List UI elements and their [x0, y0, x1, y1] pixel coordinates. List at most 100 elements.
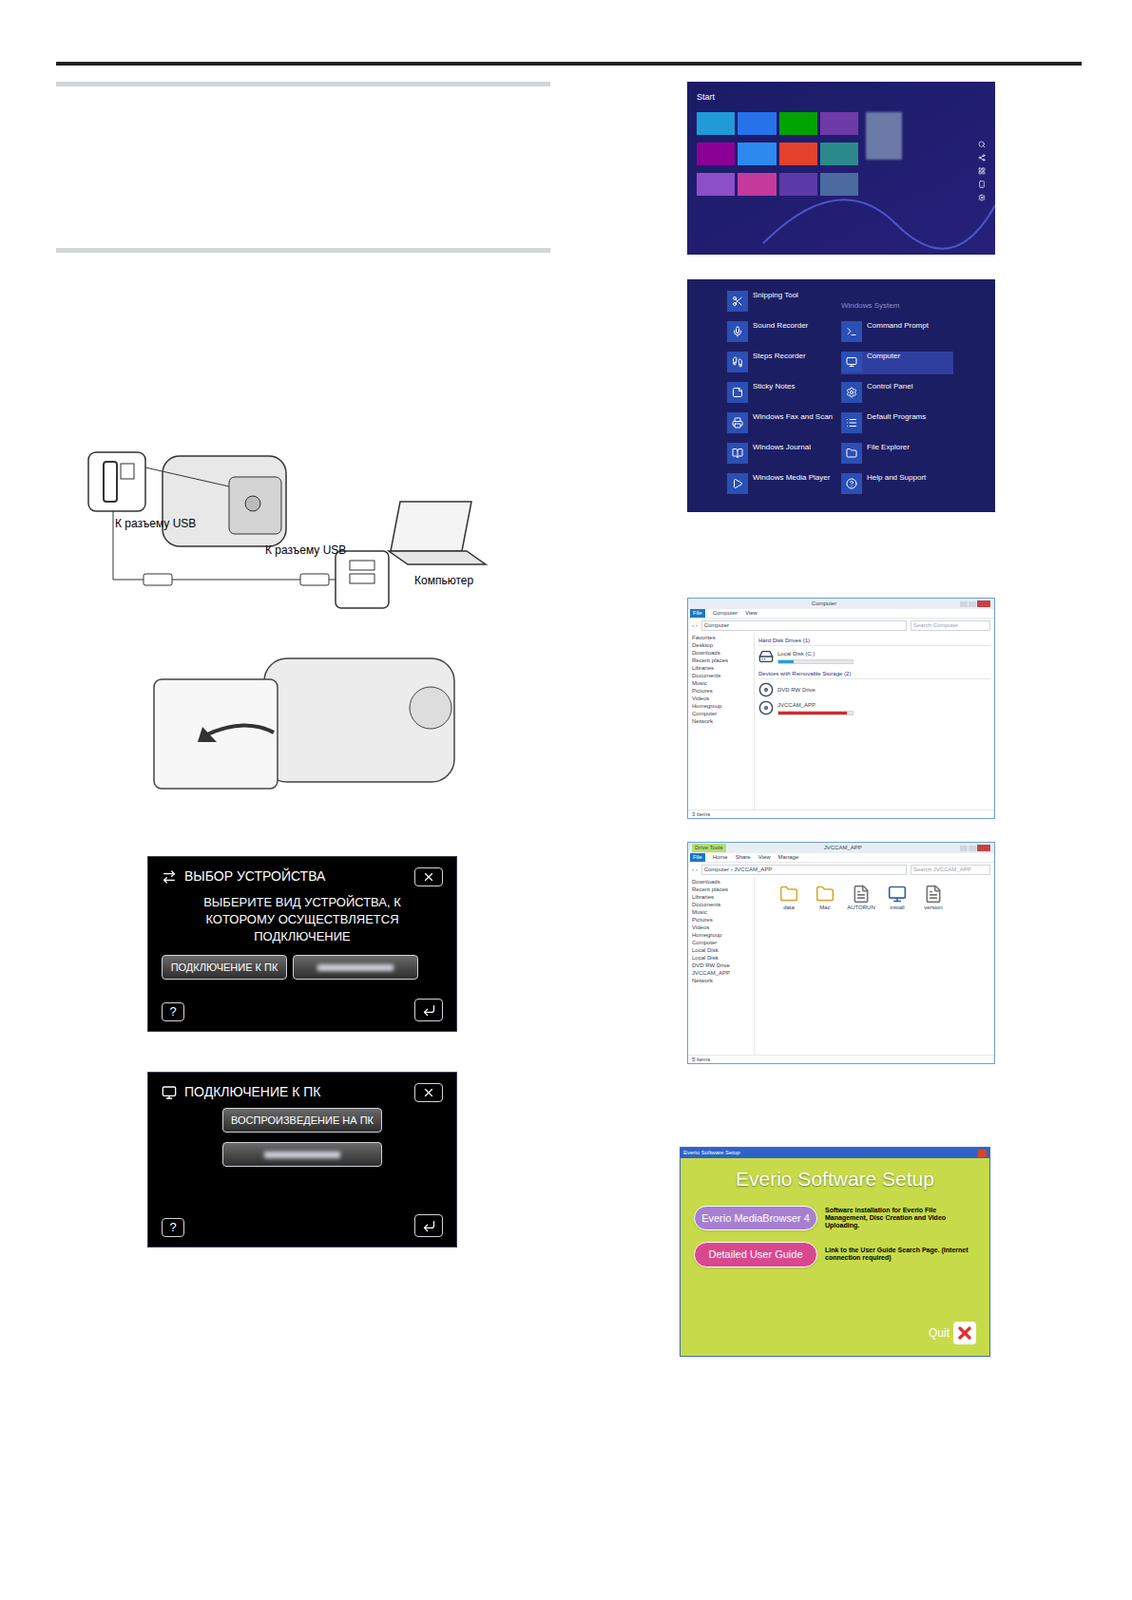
app-item[interactable]: Snipping Tool: [727, 290, 834, 314]
app-item[interactable]: Steps Recorder: [727, 351, 834, 375]
app-item[interactable]: Windows Media Player: [727, 473, 834, 497]
settings-icon[interactable]: [978, 193, 986, 202]
close-button[interactable]: [977, 844, 991, 852]
nav-item[interactable]: Documents: [691, 672, 750, 680]
drive-item[interactable]: JVCCAM_APP: [758, 700, 991, 716]
start-tile[interactable]: [779, 142, 818, 166]
app-item[interactable]: Sound Recorder: [727, 321, 834, 345]
back-button[interactable]: [414, 998, 443, 1022]
nav-item[interactable]: Downloads: [691, 879, 750, 886]
help-button[interactable]: ?: [161, 1218, 185, 1238]
nav-item[interactable]: Recent places: [691, 657, 750, 665]
file-item[interactable]: version: [920, 884, 947, 913]
setup-button[interactable]: Everio MediaBrowser 4: [693, 1206, 818, 1232]
start-tile[interactable]: [696, 172, 735, 196]
nav-item[interactable]: Network: [691, 978, 750, 985]
minimize-button[interactable]: [959, 845, 968, 852]
ribbon-tab[interactable]: Home: [712, 853, 729, 863]
app-item[interactable]: Windows Fax and Scan: [727, 412, 834, 436]
search-field[interactable]: Search JVCCAM_APP: [910, 864, 991, 876]
nav-item[interactable]: Libraries: [691, 665, 750, 672]
file-item[interactable]: data: [775, 884, 803, 913]
back-button[interactable]: [414, 1214, 443, 1238]
nav-item[interactable]: Libraries: [691, 894, 750, 902]
nav-item[interactable]: Favorites: [691, 634, 750, 642]
nav-item[interactable]: Homegroup: [691, 703, 750, 710]
minimize-button[interactable]: [959, 601, 968, 608]
nav-item[interactable]: Videos: [691, 695, 750, 703]
nav-item[interactable]: Local Disk: [691, 947, 750, 955]
nav-item[interactable]: JVCCAM_APP: [691, 970, 750, 978]
start-tile[interactable]: [696, 142, 735, 166]
help-button[interactable]: ?: [161, 1002, 185, 1022]
nav-item[interactable]: Computer: [691, 940, 750, 947]
setup-button[interactable]: Detailed User Guide: [693, 1242, 818, 1268]
nav-item[interactable]: Recent places: [691, 886, 750, 894]
start-tile[interactable]: [820, 172, 859, 196]
camera-screen: ВЫБОР УСТРОЙСТВАВЫБЕРИТЕ ВИД УСТРОЙСТВА,…: [147, 856, 458, 1033]
close-button[interactable]: [977, 600, 991, 608]
ribbon-tab[interactable]: Computer: [712, 609, 738, 618]
maximize-button[interactable]: [968, 845, 977, 852]
drive-item[interactable]: DVD RW Drive: [758, 682, 991, 698]
ribbon-tab[interactable]: View: [758, 853, 771, 863]
app-item[interactable]: Computer: [841, 351, 954, 375]
installer-icon: [887, 884, 907, 904]
file-item[interactable]: install: [883, 884, 911, 913]
file-item[interactable]: AUTORUN: [847, 884, 875, 913]
screen-button[interactable]: [292, 955, 419, 980]
screen-button[interactable]: ВОСПРОИЗВЕДЕНИЕ НА ПК: [222, 1108, 383, 1133]
start-tile[interactable]: [737, 172, 776, 196]
screen-button[interactable]: ПОДКЛЮЧЕНИЕ К ПК: [161, 955, 288, 980]
start-icon[interactable]: [978, 167, 986, 175]
nav-item[interactable]: Network: [691, 718, 750, 726]
start-tile[interactable]: [779, 172, 818, 196]
app-item[interactable]: Windows Journal: [727, 442, 834, 466]
devices-icon[interactable]: [978, 180, 986, 189]
nav-item[interactable]: Downloads: [691, 650, 750, 657]
app-item[interactable]: Default Programs: [841, 412, 954, 436]
app-item[interactable]: Command Prompt: [841, 321, 954, 345]
close-button[interactable]: [414, 867, 443, 887]
ribbon-tab[interactable]: Share: [735, 853, 751, 863]
start-tile[interactable]: [820, 142, 859, 166]
ribbon-tab[interactable]: Manage: [778, 853, 800, 863]
quit-button[interactable]: [953, 1322, 977, 1345]
nav-item[interactable]: DVD RW Drive: [691, 962, 750, 970]
nav-item[interactable]: Videos: [691, 924, 750, 932]
search-field[interactable]: Search Computer: [910, 620, 991, 632]
start-tile[interactable]: [737, 112, 776, 135]
search-icon[interactable]: [978, 140, 986, 149]
file-item[interactable]: Mac: [811, 884, 839, 913]
address-bar[interactable]: Computer: [701, 620, 907, 632]
nav-item[interactable]: Music: [691, 680, 750, 688]
nav-item[interactable]: Pictures: [691, 688, 750, 695]
manual-page: К разъему USBК разъему USBКомпьютерВЫБОР…: [0, 61, 1132, 1600]
drive-item[interactable]: Local Disk (C:): [758, 649, 991, 665]
close-button[interactable]: [414, 1083, 443, 1103]
start-tile[interactable]: [779, 112, 818, 135]
start-tile[interactable]: [737, 142, 776, 166]
ribbon-tab[interactable]: File: [690, 609, 706, 618]
screen-button[interactable]: [222, 1142, 383, 1168]
maximize-button[interactable]: [968, 601, 977, 608]
nav-item[interactable]: Documents: [691, 901, 750, 909]
address-bar[interactable]: Computer › JVCCAM_APP: [701, 864, 907, 876]
nav-item[interactable]: Pictures: [691, 917, 750, 924]
ribbon-tab[interactable]: View: [745, 609, 758, 618]
start-tile[interactable]: [696, 112, 735, 135]
title-bar: Drive ToolsJVCCAM_APP: [688, 843, 995, 854]
nav-item[interactable]: Music: [691, 909, 750, 917]
app-item[interactable]: Help and Support: [841, 473, 954, 497]
nav-item[interactable]: Computer: [691, 710, 750, 718]
nav-item[interactable]: Desktop: [691, 642, 750, 650]
app-item[interactable]: Sticky Notes: [727, 382, 834, 405]
nav-item[interactable]: Local Disk: [691, 955, 750, 962]
app-item[interactable]: Control Panel: [841, 382, 954, 405]
start-tile[interactable]: [820, 112, 859, 135]
close-button[interactable]: [978, 1150, 987, 1158]
app-item[interactable]: File Explorer: [841, 442, 954, 466]
ribbon-tab[interactable]: File: [690, 853, 706, 863]
share-icon[interactable]: [978, 153, 986, 162]
nav-item[interactable]: Homegroup: [691, 932, 750, 940]
